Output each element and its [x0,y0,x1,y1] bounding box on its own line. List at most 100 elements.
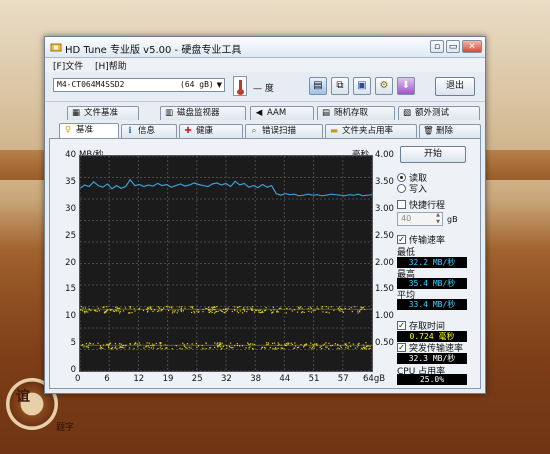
access-time-point [90,309,92,312]
access-time-point [193,310,195,313]
access-time-point [191,307,194,309]
maximize-button[interactable]: ▭ [446,40,460,53]
access-time-point [83,346,85,348]
minimize-button[interactable]: ▫ [430,40,444,53]
access-time-point [115,306,117,308]
access-time-point [366,345,368,347]
x-tick-label: 32 [221,374,232,384]
access-time-point [134,342,136,345]
burst-rate-checkbox[interactable]: ✓ [397,343,406,352]
transfer-rate-checkbox[interactable]: ✓ [397,235,406,244]
access-time-point [225,310,227,313]
close-button[interactable]: ✕ [462,40,482,53]
access-time-point [106,343,108,345]
write-radio[interactable] [397,184,406,193]
tab-aam[interactable]: ◀ AAM [250,106,314,120]
tab-folder-usage[interactable]: ▬ 文件夹占用率 [325,124,417,138]
access-time-point [314,343,316,345]
tab-extra-tests[interactable]: ▧ 额外测试 [398,106,480,120]
access-time-point [128,312,131,314]
benchmark-chart [80,156,372,371]
access-time-point [184,345,186,348]
access-time-point [195,342,198,344]
access-time-point [87,347,89,349]
access-time-point [362,306,364,308]
access-time-point [105,311,107,313]
drive-select[interactable]: M4-CT064M4SSD2 (64 gB) ▼ [53,78,225,92]
access-time-point [256,309,258,312]
access-time-point [231,347,233,349]
window-title: HD Tune 专业版 v5.00 - 硬盘专业工具 [65,45,242,56]
access-time-point [173,311,175,313]
access-time-point [250,307,252,309]
access-time-point [157,306,160,308]
access-time-point [365,348,368,350]
access-time-point [205,342,207,344]
copy-text-icon[interactable]: ▤ [309,77,327,95]
access-time-point [115,310,117,312]
access-time-point [82,310,84,312]
access-time-point [165,305,168,308]
access-time-point [84,312,86,314]
access-time-point [279,307,281,310]
save-icon[interactable]: ▣ [353,77,371,95]
copy-icon[interactable]: ⧉ [331,77,349,95]
access-time-point [321,306,324,308]
tab-erase[interactable]: 🗑 删除 [419,124,481,138]
title-bar[interactable]: HD Tune 专业版 v5.00 - 硬盘专业工具 ▫ ▭ ✕ [45,37,485,58]
access-time-point [129,343,131,345]
x-tick-label: 64gB [363,374,386,384]
access-time-point [208,311,211,314]
access-time-point [323,343,326,345]
short-stroke-checkbox[interactable] [397,200,406,209]
access-time-point [316,307,318,309]
access-time-checkbox[interactable]: ✓ [397,321,406,330]
access-time-point [143,347,145,349]
access-time-point [211,311,213,314]
access-time-point [352,343,354,345]
access-time-point [182,310,184,312]
download-icon[interactable]: ⬇ [397,77,415,95]
tab-health[interactable]: ✚ 健康 [179,124,243,138]
tab-random-access[interactable]: ▤ 随机存取 [317,106,395,120]
access-time-point [157,348,159,350]
thermometer-icon [233,76,247,96]
access-time-point [350,345,352,348]
access-time-point [85,311,87,313]
access-time-point [311,346,314,348]
menu-help[interactable]: [H]帮助 [95,59,127,72]
access-time-point [347,346,349,348]
access-time-point [291,343,294,346]
tab-disk-monitor[interactable]: ▥ 磁盘监视器 [160,106,246,120]
access-time-point [294,342,296,344]
tab-benchmark[interactable]: ♀ 基准 [59,123,119,138]
options-icon[interactable]: ⚙ [375,77,393,95]
access-time-point [214,346,216,349]
access-time-point [258,311,260,313]
tab-file-benchmark[interactable]: ▦ 文件基准 [67,106,139,120]
access-time-point [265,309,267,312]
y2-tick-label: 1.50 [375,284,394,295]
access-time-point [81,306,83,308]
access-time-point [363,346,366,348]
access-time-point [336,343,339,346]
menu-file[interactable]: [F]文件 [53,59,83,72]
access-time-point [157,310,159,313]
tab-info[interactable]: ℹ 信息 [121,124,177,138]
access-time-point [97,342,99,344]
start-button[interactable]: 开始 [400,146,466,163]
access-time-point [217,346,219,348]
y-tick-label: 35 [65,176,76,187]
watermark-text: 题字 [56,423,75,433]
access-time-point [310,307,312,310]
exit-button[interactable]: 退出 [435,77,475,96]
tab-error-scan[interactable]: ⌕ 错误扫描 [245,124,323,138]
access-time-point [131,312,133,314]
error-scan-icon: ⌕ [251,126,257,136]
access-time-point [246,311,248,313]
read-radio[interactable] [397,173,406,182]
temperature-readout: — 度 [253,84,274,94]
access-time-point [239,306,241,308]
access-time-point [283,348,285,350]
spin-arrows-icon[interactable]: ▲ ▼ [433,212,443,226]
